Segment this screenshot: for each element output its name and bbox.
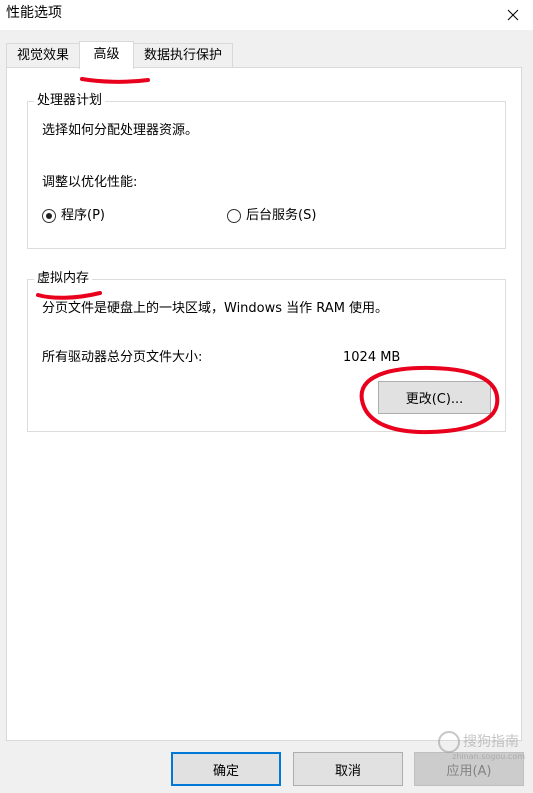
tab-visual-effects[interactable]: 视觉效果	[6, 43, 80, 68]
close-button[interactable]	[493, 0, 533, 30]
cancel-button[interactable]: 取消	[293, 752, 403, 786]
processor-scheduling-group: 处理器计划 选择如何分配处理器资源。 调整以优化性能: 程序(P) 后台服务(S…	[27, 92, 506, 249]
advanced-tab-panel: 处理器计划 选择如何分配处理器资源。 调整以优化性能: 程序(P) 后台服务(S…	[6, 67, 522, 741]
virtual-memory-group: 虚拟内存 分页文件是硬盘上的一块区域，Windows 当作 RAM 使用。 所有…	[27, 270, 506, 432]
ok-button[interactable]: 确定	[171, 752, 281, 786]
title-bar: 性能选项	[0, 0, 533, 30]
radio-selected-icon	[42, 209, 56, 223]
total-paging-file-value: 1024 MB	[343, 350, 401, 365]
close-icon	[507, 9, 519, 21]
processor-scheduling-description: 选择如何分配处理器资源。	[42, 123, 199, 138]
processor-scheduling-title: 处理器计划	[34, 92, 106, 110]
radio-background-services[interactable]: 后台服务(S)	[227, 207, 316, 225]
radio-programs[interactable]: 程序(P)	[42, 207, 105, 225]
total-paging-file-label: 所有驱动器总分页文件大小:	[42, 350, 203, 365]
sogou-logo-icon	[438, 731, 460, 753]
window-title: 性能选项	[6, 5, 62, 21]
watermark-text: 搜狗指南	[463, 734, 519, 750]
performance-options-dialog: 性能选项 视觉效果 高级 数据执行保护 处理器计划 选择如何分配处理器资源。 调…	[0, 0, 533, 793]
radio-programs-label: 程序(P)	[61, 208, 105, 223]
watermark-url: zhinan.sogou.com	[452, 752, 525, 761]
adjust-for-performance-label: 调整以优化性能:	[42, 175, 138, 190]
tab-data-execution-prevention[interactable]: 数据执行保护	[133, 43, 233, 68]
sogou-watermark: 搜狗指南	[438, 731, 519, 753]
change-paging-file-button[interactable]: 更改(C)...	[378, 381, 491, 414]
tab-advanced[interactable]: 高级	[79, 41, 134, 69]
virtual-memory-description: 分页文件是硬盘上的一块区域，Windows 当作 RAM 使用。	[42, 301, 389, 316]
virtual-memory-title: 虚拟内存	[34, 270, 93, 288]
radio-unselected-icon	[227, 209, 241, 223]
radio-background-services-label: 后台服务(S)	[246, 208, 317, 223]
